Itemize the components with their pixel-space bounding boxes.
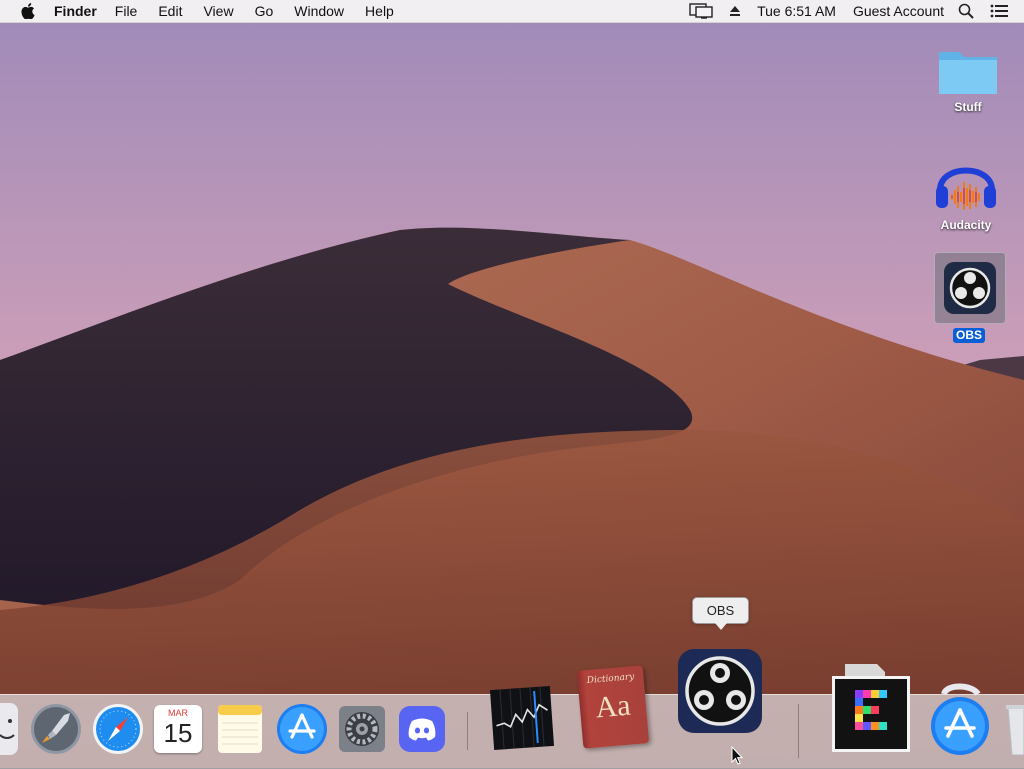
menu-app-finder[interactable]: Finder xyxy=(54,0,97,22)
obs-icon[interactable] xyxy=(677,648,763,734)
stocks-icon[interactable] xyxy=(488,684,556,752)
notification-center-icon[interactable] xyxy=(990,4,1008,18)
desktop-icon-stuff[interactable]: Stuff xyxy=(932,44,1004,116)
icon-selection-highlight xyxy=(934,252,1006,324)
desktop-icon-label: Stuff xyxy=(954,100,982,114)
system-preferences-icon[interactable] xyxy=(338,705,386,753)
calendar-month: MAR xyxy=(168,708,188,718)
desktop-icon-audacity[interactable]: Audacity xyxy=(928,154,1004,234)
app-store-icon[interactable] xyxy=(276,703,328,755)
menu-bar: Finder File Edit View Go Window Help Tue… xyxy=(0,0,1024,23)
menu-view[interactable]: View xyxy=(203,0,233,22)
notes-icon[interactable] xyxy=(216,703,264,755)
menubar-user-account[interactable]: Guest Account xyxy=(853,3,944,19)
finder-icon[interactable] xyxy=(0,703,20,757)
dictionary-title: Dictionary xyxy=(586,672,635,687)
apple-icon[interactable] xyxy=(21,3,35,19)
app-store-downloads-icon[interactable] xyxy=(928,682,992,758)
desktop-wallpaper xyxy=(0,0,1024,768)
calendar-icon[interactable]: MAR 15 xyxy=(154,705,202,753)
menu-help[interactable]: Help xyxy=(365,0,394,22)
audacity-icon xyxy=(936,167,996,210)
trash-icon[interactable] xyxy=(1006,703,1024,755)
menu-edit[interactable]: Edit xyxy=(158,0,182,22)
dock-separator xyxy=(798,704,799,758)
enhanced-app-icon[interactable] xyxy=(831,664,911,754)
safari-icon[interactable] xyxy=(92,703,144,755)
calendar-day: 15 xyxy=(163,718,193,748)
desktop-icon-obs[interactable]: OBS xyxy=(934,252,1006,344)
discord-icon[interactable] xyxy=(398,705,446,753)
display-mirroring-icon[interactable] xyxy=(689,3,713,19)
eject-icon[interactable] xyxy=(729,5,741,17)
mouse-cursor xyxy=(731,746,743,765)
menubar-clock[interactable]: Tue 6:51 AM xyxy=(757,3,836,19)
dictionary-icon[interactable]: Dictionary Aa xyxy=(576,665,650,749)
desktop-icon-label: Audacity xyxy=(940,218,992,232)
menu-window[interactable]: Window xyxy=(294,0,344,22)
folder-icon xyxy=(939,52,997,94)
spotlight-icon[interactable] xyxy=(958,3,974,19)
desktop-icon-label: OBS xyxy=(952,328,985,343)
menu-file[interactable]: File xyxy=(115,0,138,22)
dock-tooltip: OBS xyxy=(692,597,749,630)
menu-go[interactable]: Go xyxy=(255,0,274,22)
dock-separator xyxy=(467,712,468,750)
dictionary-glyph: Aa xyxy=(594,688,632,725)
obs-icon xyxy=(944,262,996,314)
launchpad-icon[interactable] xyxy=(30,703,82,755)
